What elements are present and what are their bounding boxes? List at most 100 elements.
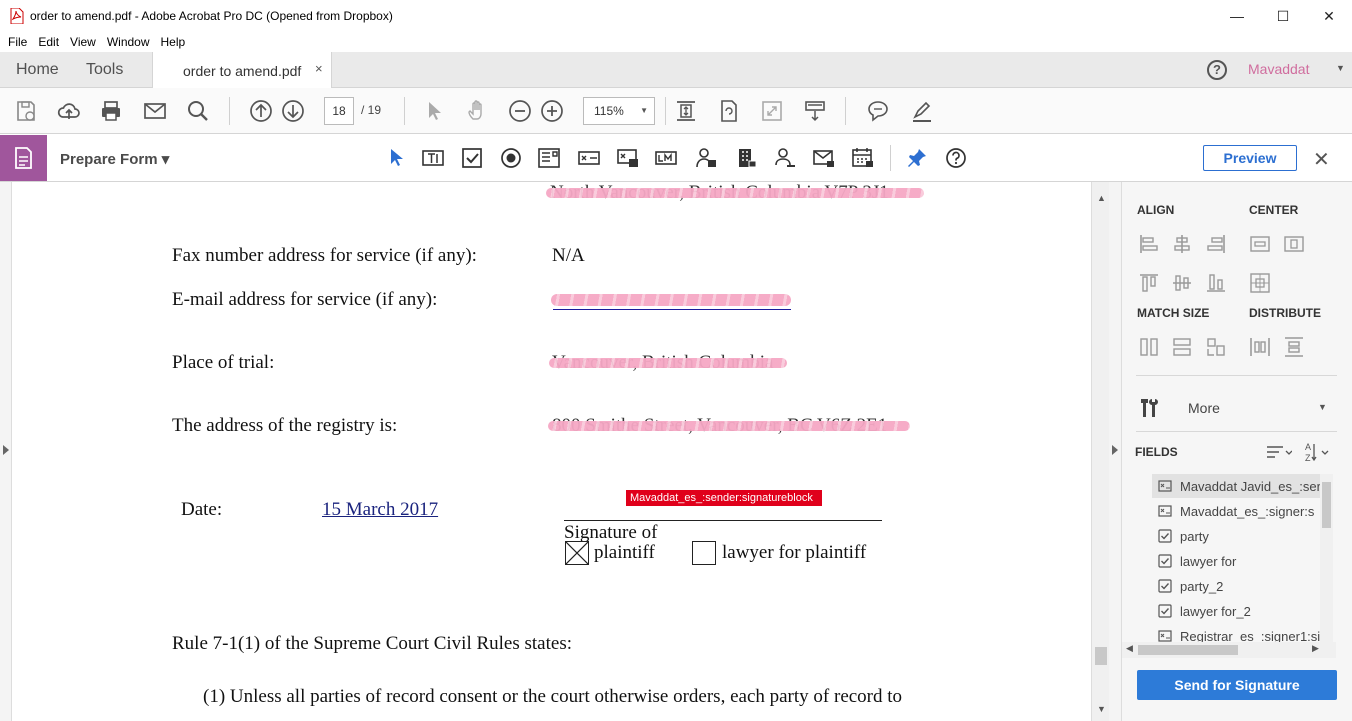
tab-document[interactable]: order to amend.pdf × — [152, 52, 332, 89]
center-horizontally-icon[interactable] — [1250, 234, 1270, 254]
signer-tool-icon[interactable] — [695, 147, 717, 169]
list-item[interactable]: Mavaddat_es_:signer:s — [1152, 499, 1322, 523]
text-field-icon[interactable] — [422, 147, 444, 169]
list-box-tool-icon[interactable] — [538, 147, 560, 169]
scroll-right-icon[interactable]: ▶ — [1312, 643, 1319, 654]
pin-icon[interactable] — [906, 147, 928, 169]
name-field-tool-icon[interactable] — [774, 147, 796, 169]
menu-view[interactable]: View — [70, 35, 96, 49]
send-for-signature-button[interactable]: Send for Signature — [1137, 670, 1337, 700]
hand-tool-icon[interactable] — [465, 99, 489, 123]
radio-button-tool-icon[interactable] — [500, 147, 522, 169]
sort-alphabetical-icon[interactable]: AZ — [1304, 441, 1330, 463]
page-number-input[interactable]: 18 — [324, 97, 354, 125]
align-bottom-icon[interactable] — [1206, 273, 1226, 293]
search-icon[interactable] — [186, 99, 210, 123]
date-value-link[interactable]: 15 March 2017 — [322, 499, 438, 521]
preview-button[interactable]: Preview — [1203, 145, 1297, 171]
email-icon[interactable] — [143, 99, 167, 123]
align-left-icon[interactable] — [1139, 234, 1159, 254]
left-panel-toggle[interactable] — [0, 182, 12, 721]
menu-window[interactable]: Window — [107, 35, 150, 49]
align-horizontal-center-icon[interactable] — [1172, 234, 1192, 254]
date-field-tool-icon[interactable] — [852, 147, 874, 169]
cloud-upload-icon[interactable] — [57, 99, 81, 123]
maximize-button[interactable]: ☐ — [1260, 0, 1306, 32]
chevron-down-icon[interactable]: ▼ — [1318, 402, 1327, 412]
zoom-level-select[interactable]: 115% ▼ — [583, 97, 655, 125]
distribute-horizontally-icon[interactable] — [1250, 337, 1270, 357]
fields-list-hscrollbar[interactable]: ◀ ▶ — [1122, 642, 1336, 658]
signature-field-tool-icon[interactable] — [617, 147, 639, 169]
label-tool-icon[interactable] — [655, 147, 677, 169]
close-tab-icon[interactable]: × — [315, 61, 323, 76]
close-tool-icon[interactable]: ✕ — [1313, 147, 1330, 172]
match-height-icon[interactable] — [1139, 337, 1159, 357]
dropdown-tool-icon[interactable] — [578, 147, 600, 169]
lawyer-checkbox[interactable] — [692, 541, 716, 565]
menu-file[interactable]: File — [8, 35, 27, 49]
highlight-pen-icon[interactable] — [910, 99, 934, 123]
document-scrollbar[interactable]: ▲ ▼ — [1091, 182, 1109, 721]
scrollbar-thumb[interactable] — [1322, 482, 1331, 528]
center-both-icon[interactable] — [1250, 273, 1270, 293]
user-account[interactable]: Mavaddat — [1248, 61, 1309, 77]
list-item[interactable]: Mavaddat Javid_es_:ser — [1152, 474, 1322, 498]
fields-list-scrollbar[interactable] — [1320, 474, 1333, 642]
help-icon[interactable] — [945, 147, 967, 169]
right-panel-toggle[interactable] — [1109, 182, 1122, 721]
collapse-right-icon[interactable] — [1112, 445, 1118, 455]
scroll-up-icon[interactable]: ▲ — [1097, 193, 1106, 203]
full-screen-icon[interactable] — [760, 99, 784, 123]
fit-page-icon[interactable] — [674, 99, 698, 123]
align-right-icon[interactable] — [1206, 234, 1226, 254]
match-both-icon[interactable] — [1206, 337, 1226, 357]
print-icon[interactable] — [99, 99, 123, 123]
scrollbar-thumb[interactable] — [1138, 645, 1238, 655]
help-icon[interactable]: ? — [1207, 60, 1227, 80]
chevron-down-icon[interactable]: ▼ — [1336, 63, 1345, 73]
list-item[interactable]: Registrar_es_:signer1:si — [1152, 624, 1322, 642]
match-width-icon[interactable] — [1172, 337, 1192, 357]
select-object-icon[interactable] — [386, 147, 408, 169]
minimize-button[interactable]: — — [1214, 0, 1260, 32]
read-mode-icon[interactable] — [803, 99, 827, 123]
center-vertically-icon[interactable] — [1284, 234, 1304, 254]
more-dropdown-label[interactable]: More — [1188, 400, 1220, 416]
list-item[interactable]: lawyer for — [1152, 549, 1322, 573]
list-item[interactable]: party — [1152, 524, 1322, 548]
document-view[interactable]: North Vancouver, British Columbia V7P 3J… — [13, 182, 1091, 721]
scrollbar-thumb[interactable] — [1095, 647, 1107, 665]
next-page-icon[interactable] — [281, 99, 305, 123]
comment-icon[interactable] — [866, 99, 890, 123]
distribute-vertically-icon[interactable] — [1284, 337, 1304, 357]
menu-edit[interactable]: Edit — [38, 35, 59, 49]
signature-block-field[interactable]: Mavaddat_es_:sender:signatureblock — [626, 490, 822, 506]
list-item[interactable]: lawyer for_2 — [1152, 599, 1322, 623]
previous-page-icon[interactable] — [249, 99, 273, 123]
select-cursor-icon[interactable] — [422, 99, 446, 123]
plaintiff-checkbox[interactable] — [565, 541, 589, 565]
zoom-out-icon[interactable] — [508, 99, 532, 123]
zoom-in-icon[interactable] — [540, 99, 564, 123]
fields-list[interactable]: Mavaddat Javid_es_:ser Mavaddat_es_:sign… — [1122, 474, 1322, 642]
scroll-down-icon[interactable]: ▼ — [1097, 704, 1106, 714]
tools-icon[interactable] — [1137, 396, 1161, 420]
prepare-form-title[interactable]: Prepare Form ▾ — [60, 150, 169, 168]
scroll-left-icon[interactable]: ◀ — [1126, 643, 1133, 654]
close-window-button[interactable]: ✕ — [1306, 0, 1352, 32]
redacted-email-link[interactable] — [551, 294, 791, 306]
align-top-icon[interactable] — [1139, 273, 1159, 293]
tab-tools[interactable]: Tools — [86, 61, 123, 79]
tab-home[interactable]: Home — [16, 61, 59, 79]
checkbox-tool-icon[interactable] — [461, 147, 483, 169]
sort-list-icon[interactable] — [1266, 443, 1292, 461]
menu-help[interactable]: Help — [161, 35, 186, 49]
expand-left-icon[interactable] — [3, 445, 9, 455]
rotate-page-icon[interactable] — [717, 99, 741, 123]
company-tool-icon[interactable] — [735, 147, 757, 169]
align-vertical-center-icon[interactable] — [1172, 273, 1192, 293]
save-icon[interactable] — [14, 99, 38, 123]
list-item[interactable]: party_2 — [1152, 574, 1322, 598]
email-field-tool-icon[interactable] — [813, 147, 835, 169]
